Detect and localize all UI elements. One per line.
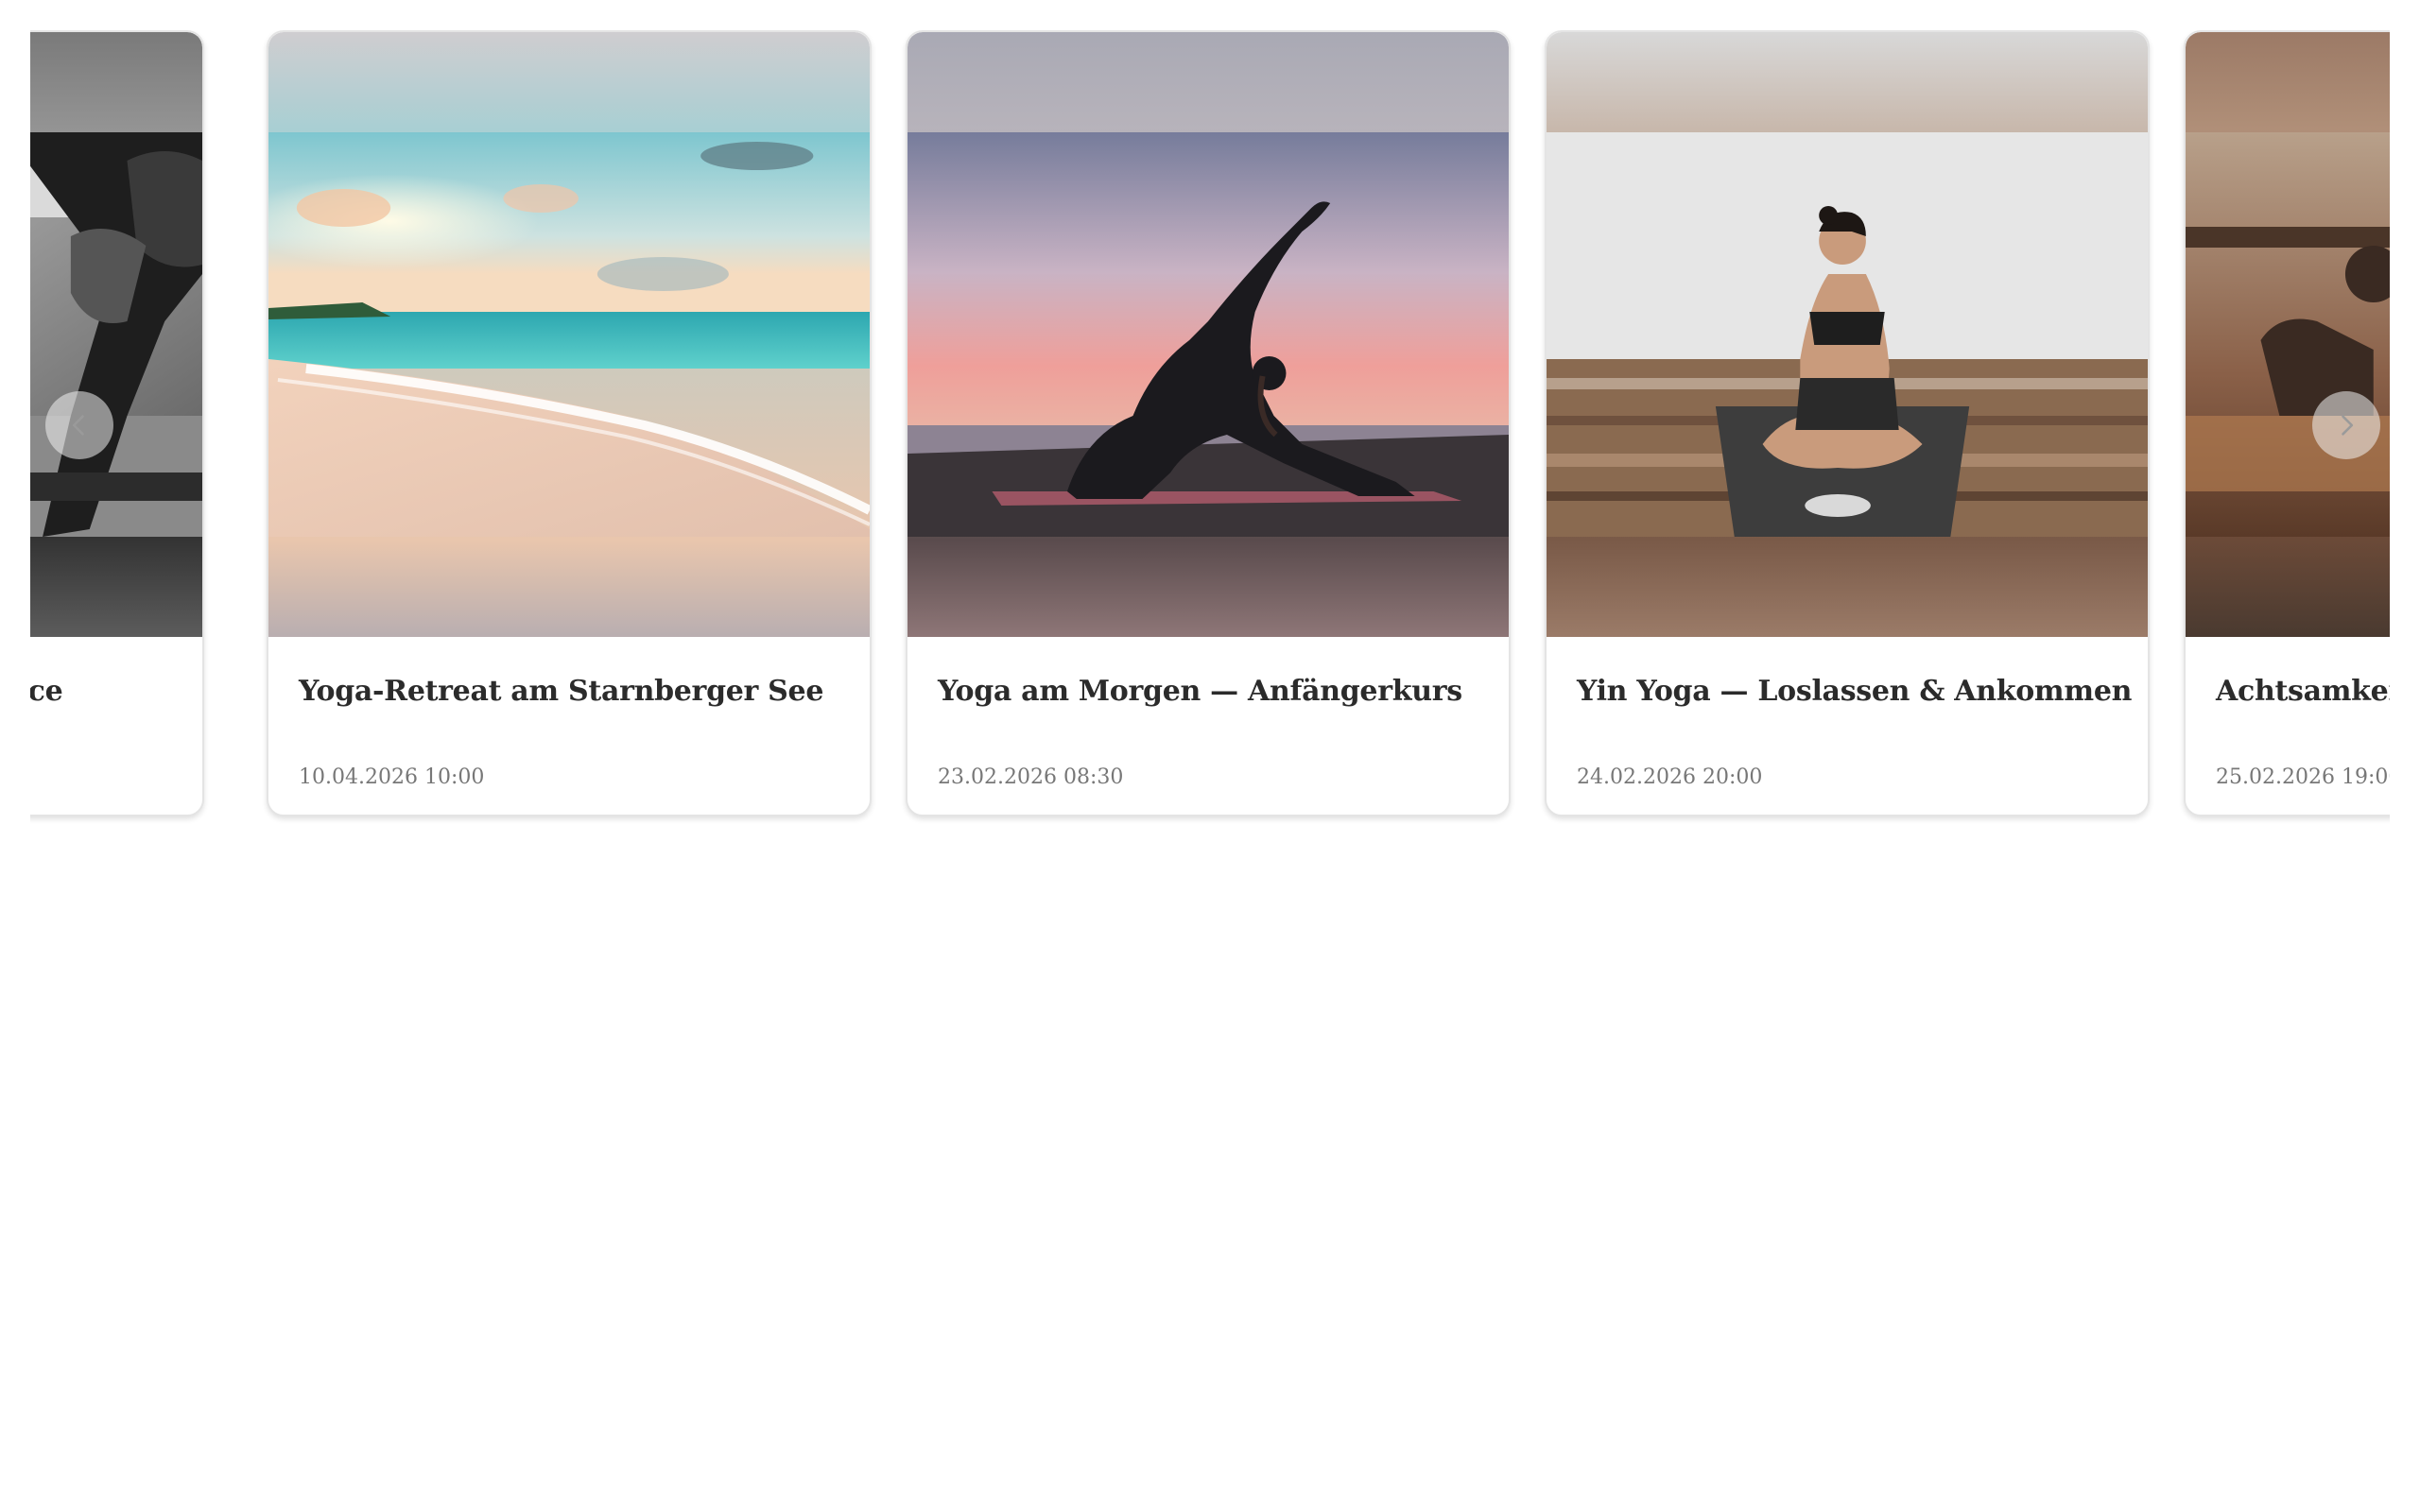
event-carousel: Power Yoga Flow & Balance: [30, 30, 2390, 824]
carousel-next-button[interactable]: [2312, 391, 2380, 459]
chevron-left-icon: [72, 415, 84, 436]
card-date: 24.02.2026 20:00: [1577, 765, 1763, 789]
event-card[interactable]: Yoga am Morgen — Anfängerkurs 23.02.2026…: [906, 30, 1511, 816]
card-date: 25.02.2026 19:00: [2216, 765, 2390, 789]
card-photo: [2186, 132, 2390, 537]
card-title[interactable]: Yoga am Morgen — Anfängerkurs: [938, 675, 1462, 708]
card-title[interactable]: Yin Yoga — Loslassen & Ankommen: [1577, 675, 2132, 708]
card-media: [268, 32, 870, 637]
card-title[interactable]: Power Yoga Flow & Balance: [30, 675, 63, 708]
card-date: 23.02.2026 08:30: [938, 765, 1124, 789]
carousel-prev-button[interactable]: [45, 391, 113, 459]
card-media: [30, 32, 202, 637]
event-card[interactable]: Yin Yoga — Loslassen & Ankommen 24.02.20…: [1545, 30, 2150, 816]
card-date: 10.04.2026 10:00: [299, 765, 485, 789]
card-media: [2186, 32, 2390, 637]
card-title[interactable]: Achtsamkeits-Meditation: [2216, 675, 2390, 708]
card-photo: [268, 132, 870, 537]
chevron-right-icon: [2342, 415, 2354, 436]
card-photo: [30, 132, 202, 537]
card-media: [908, 32, 1509, 637]
card-photo: [908, 132, 1509, 537]
card-title[interactable]: Yoga-Retreat am Starnberger See: [299, 675, 823, 708]
card-photo: [1547, 132, 2148, 537]
event-card[interactable]: Yoga-Retreat am Starnberger See 10.04.20…: [267, 30, 872, 816]
card-media: [1547, 32, 2148, 637]
